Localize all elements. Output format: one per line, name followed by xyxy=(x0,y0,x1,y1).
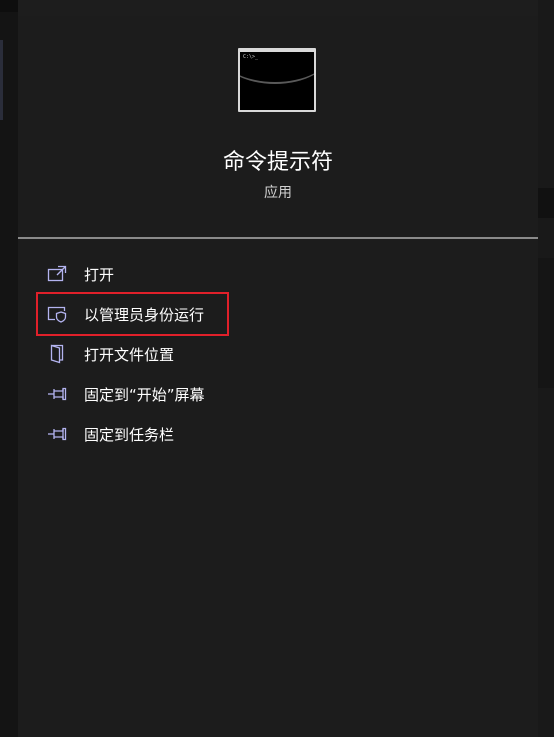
pin-icon xyxy=(46,423,68,445)
menu-item-pin-to-taskbar[interactable]: 固定到任务栏 xyxy=(46,418,286,450)
app-type: 应用 xyxy=(264,185,292,201)
left-edge-corner xyxy=(0,0,18,12)
menu-item-label: 打开 xyxy=(84,265,115,284)
left-edge xyxy=(0,0,18,737)
highlight-annotation xyxy=(36,292,229,336)
left-edge-accent xyxy=(0,40,3,120)
right-edge-stub xyxy=(538,188,554,218)
menu-item-pin-to-start[interactable]: 固定到“开始”屏幕 xyxy=(46,378,286,410)
right-edge-stub xyxy=(538,258,554,388)
folder-icon xyxy=(46,343,68,365)
command-prompt-icon: C:\>_ xyxy=(238,48,316,112)
menu-item-label: 固定到“开始”屏幕 xyxy=(84,385,205,404)
divider xyxy=(18,237,538,239)
icon-screen: C:\>_ xyxy=(240,52,314,110)
menu-item-label: 打开文件位置 xyxy=(84,345,175,364)
open-external-icon xyxy=(46,263,68,285)
app-title: 命令提示符 xyxy=(222,150,333,175)
menu-item-open[interactable]: 打开 xyxy=(46,258,286,290)
icon-prompt-text: C:\>_ xyxy=(243,54,259,60)
right-edge xyxy=(538,0,554,737)
pin-icon xyxy=(46,383,68,405)
menu-item-open-file-location[interactable]: 打开文件位置 xyxy=(46,338,286,370)
menu-item-label: 固定到任务栏 xyxy=(84,425,175,444)
window-top-edge xyxy=(0,0,554,16)
app-details-panel: C:\>_ 命令提示符 应用 打开 以管理员身份运行 打开文件位置 固定到“开始… xyxy=(18,16,538,737)
